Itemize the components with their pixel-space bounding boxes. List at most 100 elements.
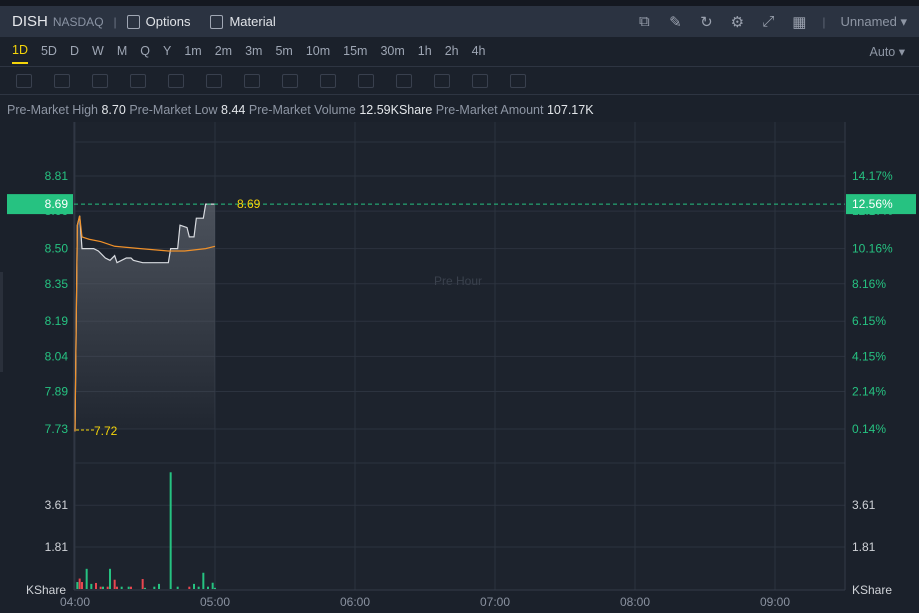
price-tick: 8.19 <box>45 314 69 328</box>
fullscreen-icon[interactable]: ⤢ <box>760 13 776 30</box>
scale-mode-select[interactable]: Auto ▾ <box>870 44 905 59</box>
timeframe-30m[interactable]: 30m <box>380 40 404 63</box>
settings-icon[interactable]: ⚙ <box>729 14 745 31</box>
amount-value: 107.17K <box>546 103 594 117</box>
high-value: 8.70 <box>101 103 126 117</box>
line-tool-icon[interactable] <box>16 73 32 88</box>
pattern-tool-icon[interactable] <box>92 73 108 88</box>
options-icon <box>126 14 140 29</box>
text-tool-icon[interactable] <box>244 73 260 88</box>
volume-bar <box>90 583 93 589</box>
timeframe-5m[interactable]: 5m <box>275 40 292 63</box>
exchange: NASDAQ <box>52 14 104 29</box>
symbol: DISH <box>12 13 48 30</box>
volume-bar <box>188 586 191 589</box>
premarket-info: Pre-Market High 8.70 Pre-Market Low 8.44… <box>7 103 594 117</box>
price-tick: 8.81 <box>45 169 69 183</box>
eye-icon[interactable] <box>396 73 412 88</box>
refresh-icon[interactable]: ↻ <box>698 14 714 31</box>
volume-bar <box>202 572 205 589</box>
measure-tool-icon[interactable] <box>206 73 222 88</box>
volume-bar <box>197 586 200 589</box>
copy-icon[interactable] <box>472 73 488 88</box>
percent-tick: 4.15% <box>852 349 886 363</box>
timeframe-W[interactable]: W <box>92 40 104 63</box>
volume-bar <box>169 472 172 589</box>
percent-tick: 10.16% <box>852 242 893 256</box>
timeframe-1h[interactable]: 1h <box>418 40 432 63</box>
percent-tick: 8.16% <box>852 277 886 291</box>
timeframe-M[interactable]: M <box>117 40 127 63</box>
volume-bar <box>116 586 118 589</box>
volume-bar <box>176 586 179 589</box>
chart-indicator-icon[interactable]: ⧉ <box>636 13 652 30</box>
options-label: Options <box>145 14 191 29</box>
timeframe-1m[interactable]: 1m <box>184 40 201 63</box>
x-tick: 08:00 <box>620 595 650 609</box>
draw-icon[interactable]: ✎ <box>667 14 683 31</box>
price-tick: 8.35 <box>45 277 69 291</box>
low-marker-label: 7.72 <box>94 424 118 438</box>
material-label: Material <box>229 14 276 29</box>
fib-tool-icon[interactable] <box>130 73 146 88</box>
volume-bar <box>120 586 123 589</box>
timeframe-5D[interactable]: 5D <box>41 40 57 63</box>
lock-icon[interactable] <box>358 73 374 88</box>
timeframe-3m[interactable]: 3m <box>245 40 262 63</box>
position-tool-icon[interactable] <box>282 73 298 88</box>
percent-tick: 6.15% <box>852 314 886 328</box>
percent-tick: 2.14% <box>852 385 886 399</box>
x-tick: 09:00 <box>760 595 790 609</box>
volume-bar <box>193 583 195 589</box>
left-scroll-handle <box>0 272 3 372</box>
last-price-badge-label: 8.69 <box>45 197 69 211</box>
trash-icon[interactable] <box>510 73 526 88</box>
volume-tick-right: 3.61 <box>852 498 876 512</box>
price-tick: 7.89 <box>45 385 69 399</box>
volume-bar <box>102 586 104 589</box>
timeframe-D[interactable]: D <box>70 40 79 63</box>
timeframe-2h[interactable]: 2h <box>445 40 459 63</box>
material-button[interactable]: Material <box>210 14 276 29</box>
last-pct-badge-label: 12.56% <box>852 197 893 211</box>
volume-unit-right: KShare <box>852 583 892 597</box>
arrow-tool-icon[interactable] <box>168 73 184 88</box>
timeframe-10m[interactable]: 10m <box>306 40 330 63</box>
timeframe-4h[interactable]: 4h <box>472 40 486 63</box>
volume-bar <box>211 582 214 589</box>
rectangle-tool-icon[interactable] <box>54 73 70 88</box>
volume-bar <box>158 583 160 589</box>
volume-bar <box>81 582 83 589</box>
volume-bar <box>113 579 116 589</box>
layout-select[interactable]: Unnamed ▾ <box>840 14 907 30</box>
x-tick: 05:00 <box>200 595 230 609</box>
volume-bar <box>127 586 130 589</box>
volume-bar <box>207 586 209 589</box>
x-tick: 07:00 <box>480 595 510 609</box>
pencil-icon[interactable] <box>320 73 336 88</box>
magnet-icon[interactable] <box>434 73 450 88</box>
timeframe-2m[interactable]: 2m <box>215 40 232 63</box>
volume-bar <box>144 587 146 589</box>
timeframe-15m[interactable]: 15m <box>343 40 367 63</box>
low-value: 8.44 <box>221 103 246 117</box>
timeframe-Y[interactable]: Y <box>163 40 171 63</box>
volume-bar <box>141 579 144 589</box>
price-tick: 8.50 <box>45 242 69 256</box>
options-button[interactable]: Options <box>126 14 191 29</box>
volume-tick: 3.61 <box>45 498 69 512</box>
divider: | <box>113 14 117 29</box>
percent-tick: 14.17% <box>852 169 893 183</box>
layout-grid-icon[interactable]: ▦ <box>791 14 807 31</box>
volume-bar <box>99 586 102 589</box>
x-tick: 06:00 <box>340 595 370 609</box>
chart-header: DISH NASDAQ | Options Material ⧉ ✎ ↻ ⚙ ⤢… <box>0 6 919 37</box>
price-tick: 8.04 <box>45 349 69 363</box>
price-chart[interactable]: Pre Hour8.697.728.8114.17%8.6612.17%8.50… <box>0 122 919 613</box>
volume-bar <box>95 582 97 589</box>
timeframe-1D[interactable]: 1D <box>12 39 28 64</box>
amount-label: Pre-Market Amount <box>435 103 544 117</box>
volume-bar <box>85 568 88 589</box>
watermark: Pre Hour <box>434 274 482 288</box>
timeframe-Q[interactable]: Q <box>140 40 150 63</box>
